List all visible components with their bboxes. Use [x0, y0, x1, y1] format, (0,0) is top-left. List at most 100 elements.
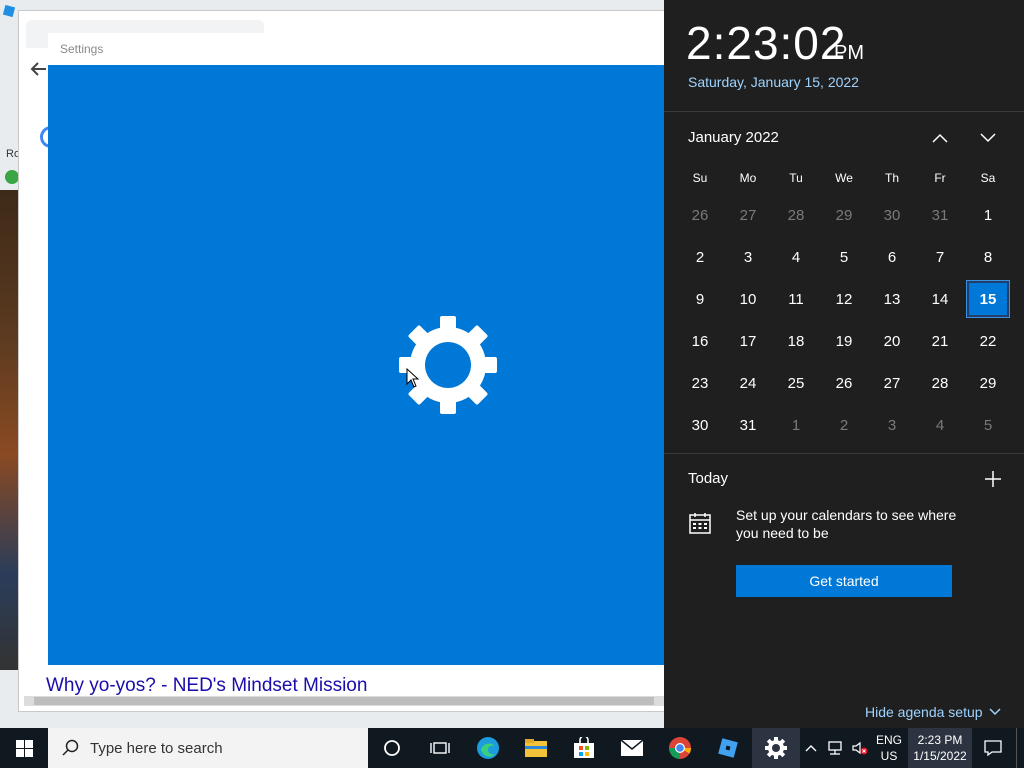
clock-time: 2:23:02	[686, 17, 847, 69]
calendar-day[interactable]: 20	[872, 324, 912, 358]
background-game-strip	[0, 190, 18, 670]
mail-icon[interactable]	[608, 728, 656, 768]
background-refresh-icon	[5, 170, 19, 184]
show-hidden-icons-chevron-up-icon[interactable]	[800, 728, 822, 768]
weekday-label: We	[835, 171, 853, 185]
calendar-day[interactable]: 28	[920, 366, 960, 400]
calendar-day[interactable]: 27	[872, 366, 912, 400]
calendar-day[interactable]: 28	[776, 198, 816, 232]
calendar-day[interactable]: 13	[872, 282, 912, 316]
store-icon[interactable]	[560, 728, 608, 768]
edge-icon[interactable]	[464, 728, 512, 768]
clock-date[interactable]: Saturday, January 15, 2022	[688, 74, 859, 90]
calendar-day[interactable]: 24	[728, 366, 768, 400]
get-started-button[interactable]: Get started	[736, 565, 952, 597]
calendar-flyout	[664, 0, 1024, 728]
roblox-logo-icon	[2, 4, 16, 18]
taskbar-search-box[interactable]: Type here to search	[48, 728, 368, 768]
calendar-day[interactable]: 26	[680, 198, 720, 232]
calendar-day[interactable]: 10	[728, 282, 768, 316]
settings-titlebar[interactable]	[48, 33, 664, 65]
weekday-label: Th	[884, 171, 899, 185]
divider	[664, 111, 1024, 112]
calendar-day[interactable]: 14	[920, 282, 960, 316]
action-center-icon[interactable]	[976, 728, 1010, 768]
roblox-studio-icon[interactable]	[704, 728, 752, 768]
calendar-day[interactable]: 30	[680, 408, 720, 442]
calendar-day[interactable]: 6	[872, 240, 912, 274]
windows-logo-icon	[15, 739, 33, 757]
taskbar-clock[interactable]: 2:23 PM 1/15/2022	[908, 728, 972, 768]
cortana-icon[interactable]	[368, 728, 416, 768]
volume-muted-icon[interactable]	[848, 728, 872, 768]
weekday-label: Sa	[980, 171, 996, 185]
show-desktop-button[interactable]	[1016, 728, 1021, 768]
previous-month-chevron-up-icon[interactable]	[928, 126, 952, 150]
settings-title: Settings	[60, 42, 104, 56]
mouse-cursor-icon	[406, 367, 420, 393]
calendar-day[interactable]: 9	[680, 282, 720, 316]
calendar-day[interactable]: 8	[968, 240, 1008, 274]
calendar-day[interactable]: 31	[920, 198, 960, 232]
calendar-day[interactable]: 3	[728, 240, 768, 274]
calendar-day[interactable]: 11	[776, 282, 816, 316]
calendar-day[interactable]: 5	[968, 408, 1008, 442]
weekday-label: Su	[692, 171, 708, 185]
calendar-day[interactable]: 29	[968, 366, 1008, 400]
calendar-day[interactable]: 19	[824, 324, 864, 358]
calendar-day[interactable]: 29	[824, 198, 864, 232]
calendar-day[interactable]: 25	[776, 366, 816, 400]
network-icon[interactable]	[822, 728, 848, 768]
hide-agenda-label: Hide agenda setup	[865, 704, 983, 720]
calendar-day[interactable]: 27	[728, 198, 768, 232]
calendar-day[interactable]: 4	[920, 408, 960, 442]
clock-ampm: PM	[834, 42, 864, 64]
back-arrow-icon[interactable]	[30, 60, 48, 84]
calendar-day[interactable]: 12	[824, 282, 864, 316]
calendar-day[interactable]: 2	[824, 408, 864, 442]
add-event-plus-icon[interactable]	[982, 468, 1004, 490]
chevron-down-icon	[989, 708, 1001, 716]
calendar-month-label[interactable]: January 2022	[688, 129, 779, 146]
taskbar-date: 1/15/2022	[913, 749, 967, 763]
taskbar-time: 2:23 PM	[917, 733, 963, 747]
calendar-day[interactable]: 31	[728, 408, 768, 442]
calendar-day[interactable]: 1	[776, 408, 816, 442]
calendar-day[interactable]: 21	[920, 324, 960, 358]
calendar-day[interactable]: 26	[824, 366, 864, 400]
weekday-label: Fr	[934, 171, 946, 185]
agenda-today-label: Today	[688, 470, 729, 487]
weekday-label: Tu	[789, 171, 803, 185]
input-language-indicator[interactable]: ENG US	[872, 728, 906, 768]
calendar-day[interactable]: 5	[824, 240, 864, 274]
calendar-day-selected[interactable]: 15	[966, 280, 1010, 318]
agenda-setup-message: Set up your calendars to see where you n…	[736, 507, 957, 541]
file-explorer-icon[interactable]	[512, 728, 560, 768]
calendar-day[interactable]: 22	[968, 324, 1008, 358]
search-icon	[62, 739, 79, 756]
settings-icon[interactable]	[752, 728, 800, 768]
divider	[664, 453, 1024, 454]
calendar-icon	[688, 511, 712, 535]
calendar-day[interactable]: 16	[680, 324, 720, 358]
hide-agenda-setup-link[interactable]: Hide agenda setup	[865, 704, 1001, 720]
calendar-day[interactable]: 17	[728, 324, 768, 358]
weekday-label: Mo	[739, 171, 757, 185]
calendar-day[interactable]: 3	[872, 408, 912, 442]
calendar-day[interactable]: 2	[680, 240, 720, 274]
calendar-day[interactable]: 30	[872, 198, 912, 232]
language-code: ENG	[875, 733, 902, 747]
chrome-scrollbar-thumb[interactable]	[34, 697, 654, 705]
search-placeholder: Type here to search	[90, 739, 223, 757]
next-month-chevron-down-icon[interactable]	[976, 126, 1000, 150]
calendar-day[interactable]: 23	[680, 366, 720, 400]
task-view-icon[interactable]	[416, 728, 464, 768]
start-button[interactable]	[0, 728, 48, 768]
chrome-icon[interactable]	[656, 728, 704, 768]
calendar-day[interactable]: 18	[776, 324, 816, 358]
search-result-link[interactable]: Why yo-yos? - NED's Mindset Mission	[46, 675, 367, 697]
calendar-day[interactable]: 7	[920, 240, 960, 274]
settings-splash	[48, 33, 664, 665]
calendar-day[interactable]: 1	[968, 198, 1008, 232]
calendar-day[interactable]: 4	[776, 240, 816, 274]
